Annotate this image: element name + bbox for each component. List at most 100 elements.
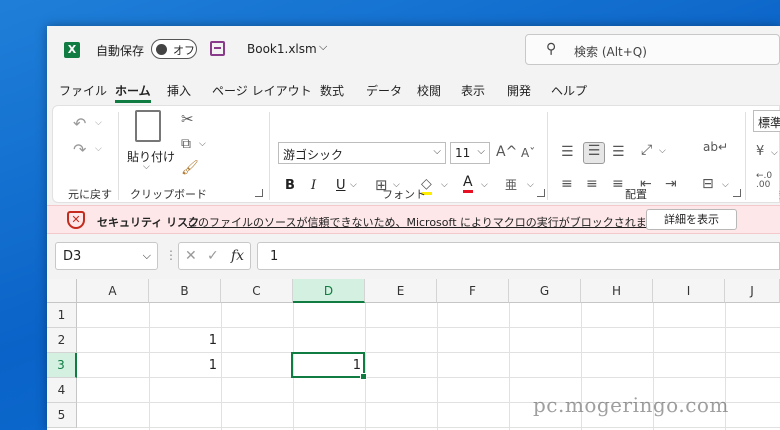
column-header-a[interactable]: A bbox=[77, 279, 149, 303]
row-header-1[interactable]: 1 bbox=[47, 303, 77, 328]
font-name-chevron-down-icon: ⌵ bbox=[433, 146, 441, 157]
merge-center-icon[interactable]: ⊟ bbox=[702, 176, 714, 192]
security-message-link[interactable]: このファイルのソースが信頼できないため、Microsoft によりマクロの実行が… bbox=[187, 214, 680, 230]
number-format-select[interactable]: 標準 bbox=[753, 110, 780, 132]
alignment-launcher-icon[interactable] bbox=[733, 189, 741, 197]
filename[interactable]: Book1.xlsm bbox=[247, 42, 317, 56]
cell-b2[interactable]: 1 bbox=[149, 328, 221, 353]
underline-chevron-down-icon[interactable]: ⌵ bbox=[350, 180, 357, 190]
alignment-group-label: 配置 bbox=[625, 188, 647, 201]
increase-decimal-icon[interactable]: ←.0.00 bbox=[756, 172, 772, 190]
copy-icon[interactable]: ⧉ bbox=[181, 136, 191, 152]
gridline bbox=[365, 303, 366, 430]
wrap-text-icon[interactable]: ab↵ bbox=[703, 140, 728, 154]
font-name-select[interactable]: 游ゴシック ⌵ bbox=[278, 142, 446, 164]
italic-button[interactable]: I bbox=[311, 178, 316, 193]
column-header-j[interactable]: J bbox=[725, 279, 780, 303]
autosave-toggle[interactable]: オフ bbox=[151, 39, 197, 59]
undo-chevron-down-icon[interactable]: ⌵ bbox=[95, 118, 102, 128]
search-placeholder: 検索 (Alt+Q) bbox=[574, 45, 647, 59]
enter-icon[interactable]: ✓ bbox=[207, 248, 219, 264]
tab-data[interactable]: データ bbox=[366, 82, 402, 99]
column-header-e[interactable]: E bbox=[365, 279, 437, 303]
search-box[interactable]: ⚲ 検索 (Alt+Q) bbox=[525, 34, 780, 65]
cut-icon[interactable]: ✂ bbox=[181, 110, 194, 128]
tab-home[interactable]: ホーム bbox=[115, 82, 151, 103]
gridline bbox=[221, 303, 222, 430]
column-header-h[interactable]: H bbox=[581, 279, 653, 303]
security-title: セキュリティ リスク bbox=[97, 216, 200, 229]
column-header-d[interactable]: D bbox=[293, 279, 365, 303]
column-header-f[interactable]: F bbox=[437, 279, 509, 303]
currency-icon[interactable]: ¥ bbox=[756, 144, 764, 159]
phonetic-chevron-down-icon[interactable]: ⌵ bbox=[527, 180, 534, 190]
font-color-chevron-down-icon[interactable]: ⌵ bbox=[481, 180, 488, 190]
tab-review[interactable]: 校閲 bbox=[417, 82, 441, 99]
fill-color-chevron-down-icon[interactable]: ⌵ bbox=[441, 180, 448, 190]
clipboard-launcher-icon[interactable] bbox=[255, 189, 263, 197]
divider bbox=[269, 112, 270, 200]
row-header-2[interactable]: 2 bbox=[47, 328, 77, 353]
formula-input[interactable]: 1 bbox=[257, 242, 780, 270]
tab-help[interactable]: ヘルプ bbox=[551, 82, 587, 99]
undo-icon[interactable]: ↶ bbox=[73, 114, 86, 133]
column-header-b[interactable]: B bbox=[149, 279, 221, 303]
align-right-icon[interactable]: ≡ bbox=[612, 176, 624, 192]
tab-formulas[interactable]: 数式 bbox=[320, 82, 344, 99]
orientation-chevron-down-icon[interactable]: ⌵ bbox=[659, 146, 666, 156]
increase-indent-icon[interactable]: ⇥ bbox=[665, 176, 677, 192]
paste-label[interactable]: 貼り付け bbox=[127, 148, 175, 165]
format-painter-icon[interactable]: 🖌 bbox=[181, 160, 199, 176]
save-icon[interactable] bbox=[210, 41, 225, 56]
gridline bbox=[77, 427, 780, 428]
increase-font-icon[interactable]: A^ bbox=[496, 144, 517, 160]
align-middle-icon[interactable]: ☰ bbox=[583, 142, 605, 164]
redo-icon[interactable]: ↷ bbox=[73, 140, 86, 159]
underline-button[interactable]: U bbox=[336, 178, 346, 193]
excel-window: X 自動保存 オフ Book1.xlsm ⌵ ⚲ 検索 (Alt+Q) ファイル… bbox=[47, 26, 780, 430]
merge-chevron-down-icon[interactable]: ⌵ bbox=[722, 180, 729, 190]
font-color-icon[interactable]: A bbox=[463, 174, 473, 193]
row-header-4[interactable]: 4 bbox=[47, 378, 77, 403]
currency-chevron-down-icon[interactable]: ⌵ bbox=[771, 148, 778, 158]
insert-function-icon[interactable]: fx bbox=[231, 248, 244, 264]
align-top-icon[interactable]: ☰ bbox=[561, 144, 574, 160]
column-header-c[interactable]: C bbox=[221, 279, 293, 303]
divider bbox=[118, 112, 119, 200]
filename-chevron-down-icon[interactable]: ⌵ bbox=[319, 40, 327, 54]
tab-insert[interactable]: 挿入 bbox=[167, 82, 191, 99]
copy-chevron-down-icon[interactable]: ⌵ bbox=[199, 139, 206, 149]
paste-chevron-down-icon[interactable]: ⌵ bbox=[143, 162, 150, 172]
phonetic-icon[interactable]: 亜 bbox=[505, 176, 517, 193]
align-left-icon[interactable]: ≡ bbox=[561, 176, 573, 192]
row-header-3[interactable]: 3 bbox=[47, 353, 77, 378]
cancel-icon[interactable]: ✕ bbox=[185, 248, 197, 264]
select-all-corner[interactable] bbox=[47, 279, 77, 303]
row-header-5[interactable]: 5 bbox=[47, 403, 77, 428]
column-header-i[interactable]: I bbox=[653, 279, 725, 303]
toggle-knob bbox=[156, 44, 167, 55]
name-box-chevron-down-icon[interactable]: ⌵ bbox=[143, 249, 151, 263]
search-icon: ⚲ bbox=[546, 41, 557, 57]
show-details-button[interactable]: 詳細を表示 bbox=[646, 209, 737, 230]
tab-developer[interactable]: 開発 bbox=[507, 82, 531, 99]
formula-bar-handle-icon[interactable]: ⋮ bbox=[165, 248, 177, 262]
name-box[interactable]: D3 ⌵ bbox=[55, 242, 158, 270]
tab-page-layout[interactable]: ページ レイアウト bbox=[212, 82, 312, 99]
redo-chevron-down-icon[interactable]: ⌵ bbox=[95, 144, 102, 154]
font-launcher-icon[interactable] bbox=[537, 189, 545, 197]
bold-button[interactable]: B bbox=[285, 178, 295, 193]
font-size-select[interactable]: 11 ⌵ bbox=[450, 142, 490, 164]
cell-b3[interactable]: 1 bbox=[149, 353, 221, 378]
undo-group-label: 元に戻す bbox=[68, 188, 112, 201]
shield-warning-icon: ✕ bbox=[67, 211, 85, 229]
decrease-font-icon[interactable]: Aˇ bbox=[521, 146, 535, 160]
autosave-state: オフ bbox=[173, 44, 195, 57]
align-bottom-icon[interactable]: ☰ bbox=[612, 144, 625, 160]
tab-file[interactable]: ファイル bbox=[59, 82, 107, 99]
paste-icon[interactable] bbox=[135, 110, 161, 142]
orientation-icon[interactable]: ⤢ bbox=[641, 142, 652, 158]
tab-view[interactable]: 表示 bbox=[461, 82, 485, 99]
align-center-icon[interactable]: ≡ bbox=[586, 176, 598, 192]
column-header-g[interactable]: G bbox=[509, 279, 581, 303]
